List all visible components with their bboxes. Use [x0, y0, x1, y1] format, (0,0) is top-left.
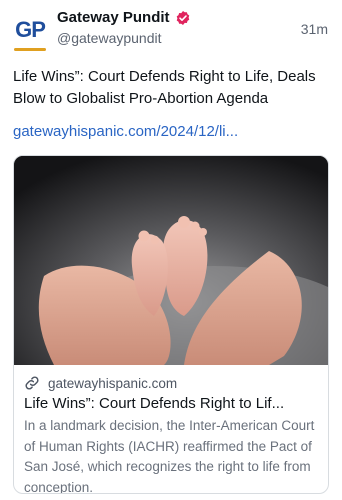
author-name[interactable]: Gateway Pundit	[57, 9, 170, 26]
card-domain: gatewayhispanic.com	[48, 375, 178, 391]
post[interactable]: GP Gateway Pundit @gatewaypundit 31m Lif…	[0, 0, 342, 500]
card-image[interactable]	[14, 156, 328, 365]
avatar[interactable]: GP	[12, 12, 48, 51]
link-icon	[25, 376, 39, 390]
post-link[interactable]: gatewayhispanic.com/2024/12/li...	[13, 121, 329, 143]
avatar-logo-swoosh	[14, 48, 46, 51]
verified-badge-icon	[176, 10, 189, 25]
author-handle[interactable]: @gatewaypundit	[57, 30, 191, 46]
author-block[interactable]: Gateway Pundit @gatewaypundit	[57, 9, 191, 46]
card-description: In a landmark decision, the Inter-Americ…	[24, 418, 315, 494]
card-title[interactable]: Life Wins”: Court Defends Right to Lif..…	[24, 394, 316, 414]
baby-feet-photo	[14, 156, 328, 365]
post-text: Life Wins”: Court Defends Right to Life,…	[13, 68, 316, 107]
card-meta: gatewayhispanic.com Life Wins”: Court De…	[24, 374, 318, 494]
post-timestamp[interactable]: 31m	[301, 21, 328, 37]
avatar-logo: GP	[15, 17, 46, 42]
link-preview-card[interactable]: gatewayhispanic.com Life Wins”: Court De…	[13, 155, 329, 494]
